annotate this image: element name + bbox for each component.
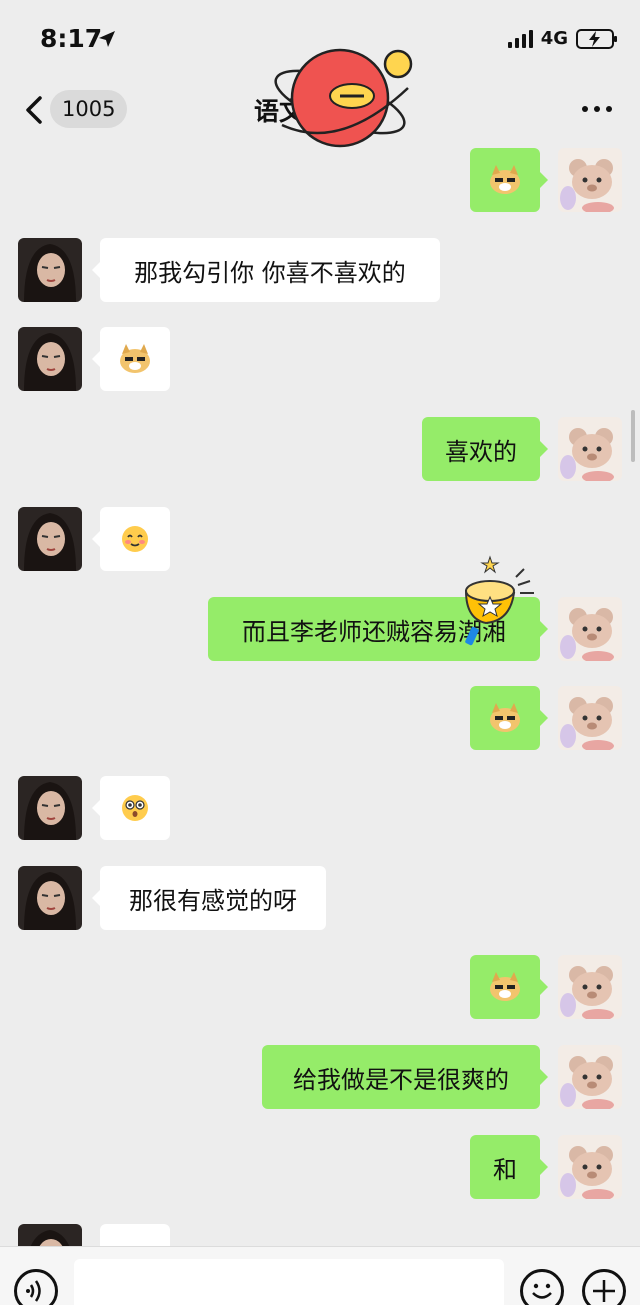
message-row: [0, 686, 640, 750]
planet-sticker: [274, 48, 413, 148]
sticker-bubble[interactable]: [470, 955, 548, 1019]
signal-icon: [507, 29, 533, 48]
contact-avatar[interactable]: [18, 238, 82, 302]
own-avatar[interactable]: [558, 148, 622, 212]
message-bubble[interactable]: 和: [470, 1135, 548, 1199]
own-avatar[interactable]: [558, 686, 622, 750]
sticker-bubble[interactable]: [92, 507, 170, 571]
voice-icon[interactable]: [14, 1269, 58, 1305]
contact-avatar[interactable]: [18, 1224, 82, 1246]
sticker-bubble[interactable]: [470, 686, 548, 750]
bear-avatar-icon: [558, 597, 622, 661]
message-row: 喜欢的: [0, 417, 640, 481]
bear-avatar-icon: [558, 417, 622, 481]
girl-avatar-icon: [18, 776, 82, 840]
sticker-bubble[interactable]: [470, 148, 548, 212]
surprised-emoji-icon: [122, 795, 148, 821]
contact-avatar[interactable]: [18, 776, 82, 840]
sticker-bubble[interactable]: [92, 776, 170, 840]
message-bubble[interactable]: 给我做是不是很爽的: [262, 1045, 548, 1109]
location-arrow-icon: [99, 31, 115, 47]
plus-icon[interactable]: [582, 1269, 626, 1305]
contact-avatar[interactable]: [18, 866, 82, 930]
own-avatar[interactable]: [558, 597, 622, 661]
bear-avatar-icon: [558, 1045, 622, 1109]
own-avatar[interactable]: [558, 1135, 622, 1199]
contact-avatar[interactable]: [18, 507, 82, 571]
message-row: 那很有感觉的呀: [0, 866, 640, 930]
message-row: 给我做是不是很爽的: [0, 1045, 640, 1109]
message-row: [0, 1224, 640, 1246]
girl-avatar-icon: [18, 866, 82, 930]
unread-count-badge[interactable]: 1005: [50, 90, 128, 128]
girl-avatar-icon: [18, 238, 82, 302]
message-row: 那我勾引你 你喜不喜欢的: [0, 238, 640, 302]
message-bubble[interactable]: 喜欢的: [422, 417, 548, 481]
message-row: 和: [0, 1135, 640, 1199]
message-input[interactable]: [74, 1259, 504, 1305]
bear-avatar-icon: [558, 148, 622, 212]
message-row: [0, 776, 640, 840]
own-avatar[interactable]: [558, 417, 622, 481]
message-row: 而且李老师还贼容易潮湘: [0, 555, 640, 661]
battery-icon: [576, 28, 617, 49]
girl-avatar-icon: [18, 507, 82, 571]
sticker-bubble[interactable]: [100, 1224, 170, 1246]
own-avatar[interactable]: [558, 1045, 622, 1109]
girl-avatar-icon: [18, 1224, 82, 1246]
girl-avatar-icon: [18, 327, 82, 391]
message-list[interactable]: 那我勾引你 你喜不喜欢的 喜欢的 而且李老师还贼容易潮湘 那很有感觉的呀 给我做…: [0, 142, 640, 1246]
message-row: [0, 955, 640, 1019]
doge-sticker-icon: [490, 703, 520, 732]
own-avatar[interactable]: [558, 955, 622, 1019]
bear-avatar-icon: [558, 1135, 622, 1199]
contact-avatar[interactable]: [18, 327, 82, 391]
blush-emoji-icon: [122, 526, 148, 552]
bear-avatar-icon: [558, 955, 622, 1019]
trophy-sticker: [464, 555, 534, 646]
sticker-bubble[interactable]: [92, 327, 170, 391]
network-type: 4G: [540, 28, 568, 49]
bear-avatar-icon: [558, 686, 622, 750]
message-row: [0, 327, 640, 391]
message-bubble[interactable]: 那很有感觉的呀: [92, 866, 326, 930]
message-row: [0, 148, 640, 212]
emoji-icon[interactable]: [520, 1269, 564, 1305]
message-row: [0, 507, 640, 571]
doge-sticker-icon: [490, 165, 520, 194]
back-chevron-icon[interactable]: [20, 90, 50, 130]
more-icon[interactable]: [582, 106, 612, 112]
input-bar: [0, 1246, 640, 1305]
doge-sticker-icon: [120, 344, 150, 373]
status-time: 8:17: [40, 24, 103, 53]
message-bubble[interactable]: 那我勾引你 你喜不喜欢的: [92, 238, 440, 302]
doge-sticker-icon: [490, 972, 520, 1001]
